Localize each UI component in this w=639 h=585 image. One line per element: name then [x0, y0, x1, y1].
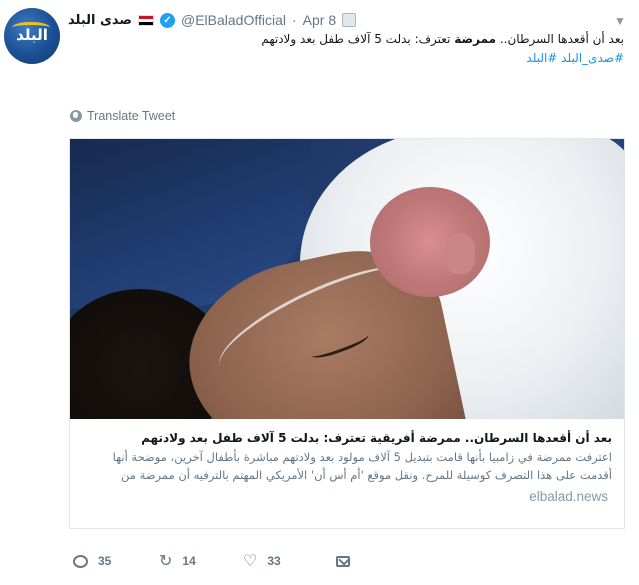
- tweet-text-suffix: تعترف: بدلت 5 آلاف طفل بعد ولادتهم: [261, 32, 455, 46]
- tweet-actions: 35 ↻ 14 ♡ 33: [70, 550, 390, 572]
- baby-hand-shape: [445, 234, 475, 274]
- like-count: 33: [267, 554, 281, 568]
- globe-icon: [70, 110, 82, 122]
- heart-icon: ♡: [243, 553, 258, 570]
- card-image[interactable]: [70, 139, 624, 419]
- tweet-header: صدى البلد ✓ @ElBaladOfficial · Apr 8: [68, 10, 568, 30]
- reply-button[interactable]: 35: [73, 554, 111, 568]
- tweet-text: بعد أن أقعدها السرطان.. ممرضة تعترف: بدل…: [68, 30, 624, 68]
- tweet-hashtags[interactable]: #صدى_البلد #البلد: [526, 51, 624, 65]
- retweet-button[interactable]: ↻ 14: [159, 551, 196, 571]
- tweet-text-bold: ممرضة: [454, 32, 497, 46]
- separator-dot: ·: [291, 12, 297, 28]
- translate-label[interactable]: Translate Tweet: [87, 109, 175, 123]
- reply-icon: [73, 554, 88, 568]
- like-button[interactable]: ♡ 33: [243, 551, 281, 571]
- avatar-logo-text: البلد: [16, 26, 48, 44]
- translate-tweet-link[interactable]: Translate Tweet: [70, 109, 175, 123]
- tweet-text-prefix: بعد أن أقعدها السرطان..: [496, 32, 624, 46]
- card-domain: elbalad.news: [529, 489, 608, 504]
- retweet-icon: ↻: [159, 553, 173, 570]
- message-icon: [342, 13, 357, 27]
- author-name[interactable]: صدى البلد: [68, 13, 132, 28]
- avatar[interactable]: البلد: [4, 8, 60, 64]
- direct-message-button[interactable]: [336, 555, 350, 567]
- chevron-down-icon[interactable]: ▼: [613, 14, 627, 28]
- tweet-date[interactable]: Apr 8: [303, 12, 336, 28]
- direct-message-icon: [336, 555, 350, 567]
- egypt-flag-icon: [137, 14, 154, 26]
- verified-badge-icon: ✓: [159, 12, 175, 28]
- author-handle[interactable]: @ElBaladOfficial: [181, 12, 286, 28]
- card-description: اعترفت ممرضة في زامبيا بأنها قامت بتبديل…: [112, 450, 612, 482]
- reply-count: 35: [98, 554, 112, 568]
- card-body: بعد أن أقعدها السرطان.. ممرضة أفريقية تع…: [70, 419, 624, 484]
- link-card[interactable]: بعد أن أقعدها السرطان.. ممرضة أفريقية تع…: [69, 138, 625, 529]
- retweet-count: 14: [182, 554, 196, 568]
- card-title: بعد أن أقعدها السرطان.. ممرضة أفريقية تع…: [141, 431, 612, 445]
